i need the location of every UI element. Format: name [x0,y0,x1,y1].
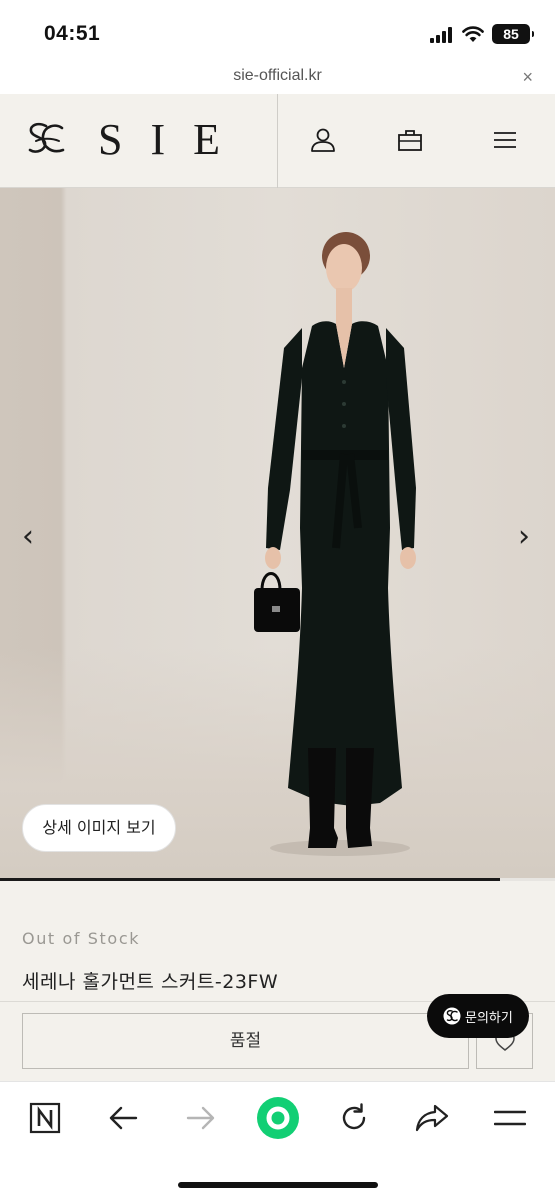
url-text[interactable]: sie-official.kr [0,67,555,85]
sold-out-button[interactable]: 품절 [22,1013,469,1069]
carousel-next-arrow[interactable]: › [518,522,530,552]
battery-indicator: 85 [492,24,534,44]
menu-lines-icon[interactable] [490,1098,530,1138]
header-divider [277,94,278,188]
browser-toolbar [0,1081,555,1200]
model-photo [254,232,416,856]
product-name: 세레나 홀가먼트 스커트-23FW [22,971,279,993]
inquiry-chat-button[interactable]: 문의하기 [427,994,529,1038]
product-image-carousel[interactable]: ‹ › 상세 이미지 보기 [0,188,555,878]
status-time: 04:51 [44,22,101,45]
forward-arrow-icon[interactable] [181,1098,221,1138]
site-header: SIE [0,94,555,188]
sie-monogram-icon [28,122,65,153]
inquiry-label: 문의하기 [465,1010,513,1026]
stock-status: Out of Stock [22,929,141,948]
reload-icon[interactable] [334,1098,374,1138]
close-icon[interactable]: × [522,67,533,88]
status-bar: 04:51 85 [0,0,555,62]
product-info: Out of Stock 세레나 홀가먼트 스커트-23FW 품절 문의하기 [0,881,555,1081]
menu-icon[interactable] [491,126,519,154]
brand-name: SIE [98,115,248,164]
carousel-prev-arrow[interactable]: ‹ [22,522,34,552]
home-indicator [178,1182,378,1188]
browser-url-bar[interactable]: sie-official.kr × [0,62,555,94]
naver-n-icon[interactable] [25,1098,65,1138]
cellular-signal-icon [430,27,454,43]
share-icon[interactable] [412,1098,452,1138]
wifi-icon [462,26,484,42]
green-home-icon[interactable] [254,1094,302,1142]
bag-icon[interactable] [396,126,424,154]
back-arrow-icon[interactable] [103,1098,143,1138]
user-icon[interactable] [309,126,337,154]
chat-logo-icon [443,1007,461,1025]
view-detail-images-button[interactable]: 상세 이미지 보기 [22,804,176,852]
site-logo[interactable]: SIE [26,115,248,164]
